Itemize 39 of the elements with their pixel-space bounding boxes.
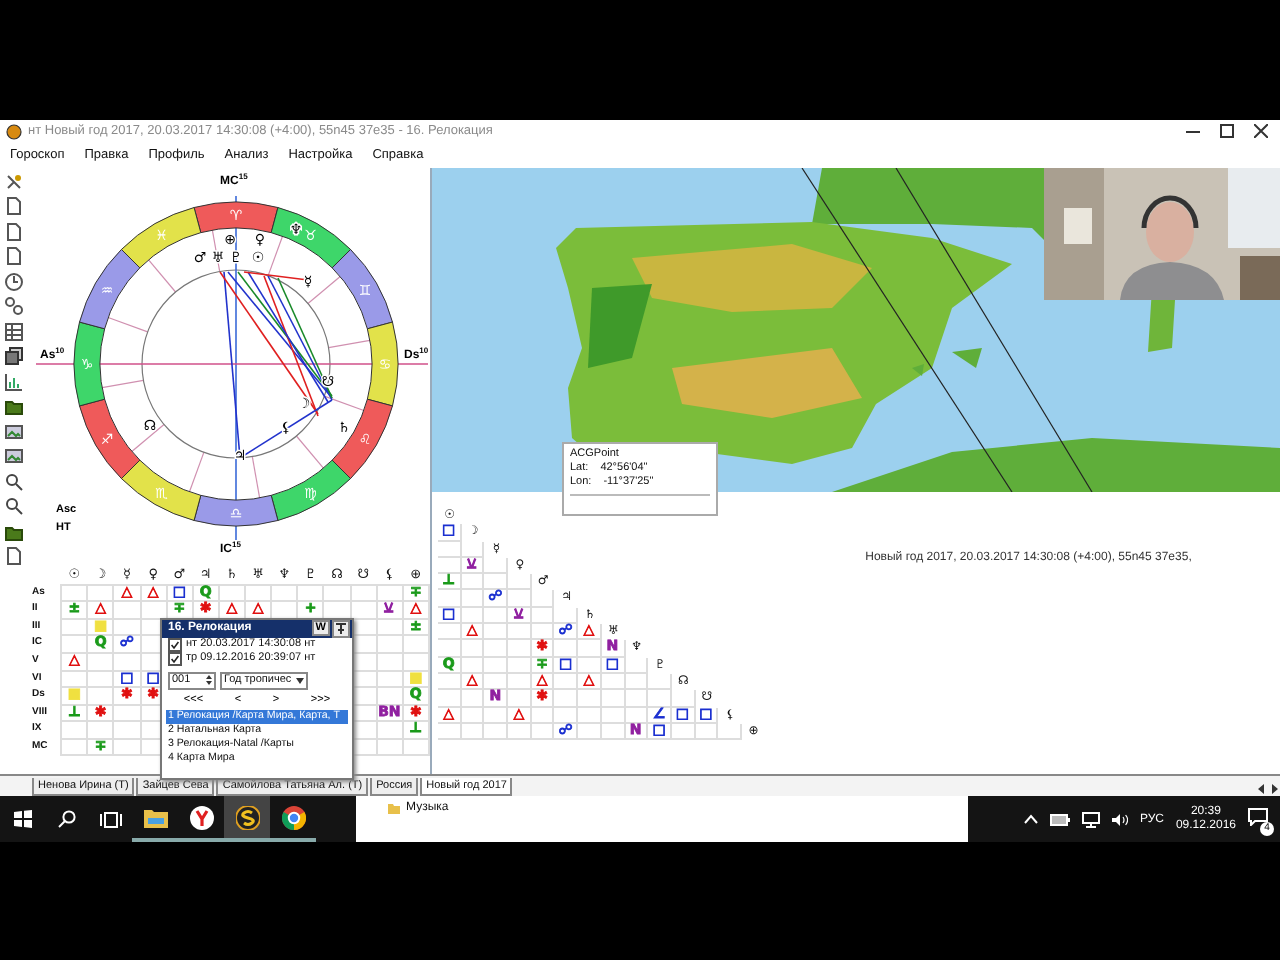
clock-icon[interactable] [4, 271, 24, 292]
grid-icon[interactable] [4, 321, 24, 342]
browser-icon [189, 805, 213, 829]
bar-chart-icon[interactable] [4, 371, 24, 392]
link-icon[interactable] [4, 296, 24, 317]
page-icon[interactable] [4, 246, 24, 267]
checkbox[interactable] [168, 637, 182, 652]
folder-icon[interactable] [4, 521, 24, 542]
page-icon[interactable] [4, 196, 24, 217]
close-icon[interactable] [1254, 124, 1268, 139]
notification-icon[interactable] [1248, 808, 1268, 826]
maximize-icon[interactable] [1220, 124, 1234, 139]
spinner-arrows-icon[interactable] [206, 674, 212, 687]
chevron-up-icon[interactable] [1023, 814, 1038, 824]
task-view-icon[interactable] [99, 811, 121, 827]
image-icon[interactable] [4, 421, 24, 442]
dropdown-arrow-icon[interactable] [295, 677, 304, 684]
folder-icon [388, 802, 400, 814]
browser-icon [281, 805, 305, 829]
folder-icon[interactable] [4, 396, 24, 417]
checkbox[interactable] [168, 651, 182, 666]
taskbar-app[interactable] [224, 796, 270, 842]
search-icon[interactable] [57, 810, 75, 828]
network-icon[interactable] [1081, 811, 1100, 827]
volume-icon[interactable] [1111, 811, 1128, 827]
app-icon [235, 805, 259, 829]
battery-icon[interactable] [1049, 813, 1070, 825]
page-icon[interactable] [4, 546, 24, 567]
windows-start-icon[interactable] [13, 810, 31, 828]
scroll-arrows-icon[interactable] [1256, 782, 1280, 796]
pin-icon[interactable] [332, 619, 350, 638]
tool-icon[interactable] [4, 171, 24, 192]
image-icon[interactable] [4, 446, 24, 467]
folder-icon [143, 807, 167, 827]
search-icon[interactable] [4, 496, 24, 517]
app-icon [6, 123, 22, 140]
windows-icon[interactable] [4, 346, 24, 367]
page-icon[interactable] [4, 221, 24, 242]
search-icon[interactable] [4, 471, 24, 492]
